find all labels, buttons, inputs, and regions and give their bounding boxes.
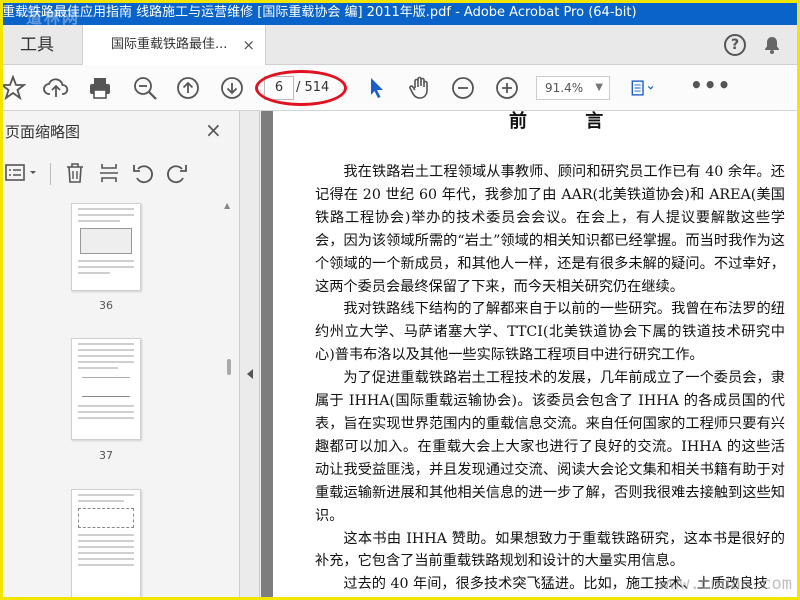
panel-title: 页面缩略图 xyxy=(5,123,81,141)
document-body: 我在铁路岩土工程领域从事教师、顾问和研究员工作已有 40 余年。还记得在 20 … xyxy=(315,161,785,596)
page-thumbnail[interactable] xyxy=(71,338,141,440)
help-icon[interactable]: ? xyxy=(724,34,746,56)
scroll-thumb[interactable] xyxy=(227,359,231,375)
tab-bar: 工具 国际重载铁路最佳... × ? xyxy=(0,25,800,66)
chevron-down-icon: ▼ xyxy=(595,82,603,93)
hand-icon[interactable] xyxy=(407,75,433,101)
tab-document-label: 国际重载铁路最佳... xyxy=(111,37,228,52)
rotate-right-icon[interactable] xyxy=(165,161,189,185)
paragraph: 我在铁路岩土工程领域从事教师、顾问和研究员工作已有 40 余年。还记得在 20 … xyxy=(315,164,785,295)
thumbnail-tools xyxy=(0,155,240,191)
panel-splitter[interactable] xyxy=(240,111,260,600)
thumbnail-label: 37 xyxy=(99,449,113,462)
select-arrow-icon[interactable] xyxy=(364,75,390,101)
print-icon[interactable] xyxy=(87,75,113,101)
zoom-out-search-icon[interactable] xyxy=(132,75,158,101)
page-thumbnail[interactable] xyxy=(71,489,141,600)
paragraph: 这本书由 IHHA 赞助。如果想致力于重载铁路研究，这本书是很好的补充，它包含了… xyxy=(315,530,785,570)
thumbnail-scrollbar[interactable]: ▲ xyxy=(222,201,236,581)
toolbar-divider xyxy=(50,163,51,185)
page-thumbnail[interactable] xyxy=(71,203,141,291)
zoom-level-value: 91.4% xyxy=(545,81,584,95)
zoom-level-select[interactable]: 91.4% ▼ xyxy=(536,76,610,100)
insert-page-icon[interactable] xyxy=(97,161,121,185)
fit-page-icon[interactable] xyxy=(630,75,664,101)
window-title: 重载铁路最佳应用指南 线路施工与运营维修 [国际重载协会 编] 2011年版.p… xyxy=(2,5,637,20)
panel-close-icon[interactable]: × xyxy=(205,118,222,142)
more-tools-icon[interactable]: ••• xyxy=(690,73,731,97)
tab-close-icon[interactable]: × xyxy=(242,25,255,65)
page-down-icon[interactable] xyxy=(219,75,245,101)
page-heading: 前 言 xyxy=(509,111,630,132)
collapse-panel-icon[interactable] xyxy=(247,369,253,379)
options-menu-icon[interactable] xyxy=(4,161,40,185)
trash-icon[interactable] xyxy=(63,161,87,185)
star-icon[interactable] xyxy=(0,74,27,101)
window-title-bar: 重载铁路最佳应用指南 线路施工与运营维修 [国际重载协会 编] 2011年版.p… xyxy=(0,0,800,25)
bell-icon[interactable] xyxy=(762,35,782,55)
thumbnail-label: 36 xyxy=(99,299,113,312)
upload-icon[interactable] xyxy=(43,75,69,101)
tab-tools[interactable]: 工具 xyxy=(0,25,82,65)
zoom-minus-icon[interactable] xyxy=(450,75,476,101)
scroll-up-icon[interactable]: ▲ xyxy=(224,201,230,210)
highlight-annotation-oval xyxy=(255,70,347,106)
page-up-icon[interactable] xyxy=(175,75,201,101)
page-thumbnails-panel: 页面缩略图 × ▲ 36 37 xyxy=(0,111,240,600)
site-watermark-bottom: www.cndao.com xyxy=(658,574,792,594)
rotate-left-icon[interactable] xyxy=(131,161,155,185)
paragraph: 我对铁路线下结构的了解都来自于以前的一些研究。我曾在布法罗的纽约州立大学、马萨诸… xyxy=(315,301,785,364)
tab-document[interactable]: 国际重载铁路最佳... × xyxy=(82,25,266,66)
document-view[interactable]: 前 言 我在铁路岩土工程领域从事教师、顾问和研究员工作已有 40 余年。还记得在… xyxy=(261,111,800,600)
zoom-plus-icon[interactable] xyxy=(494,75,520,101)
main-toolbar: 6 / 514 91.4% ▼ ••• xyxy=(0,65,800,111)
document-page: 前 言 我在铁路岩土工程领域从事教师、顾问和研究员工作已有 40 余年。还记得在… xyxy=(273,111,800,600)
paragraph: 为了促进重载铁路岩土工程技术的发展，几年前成立了一个委员会，隶属于 IHHA(国… xyxy=(315,370,785,524)
